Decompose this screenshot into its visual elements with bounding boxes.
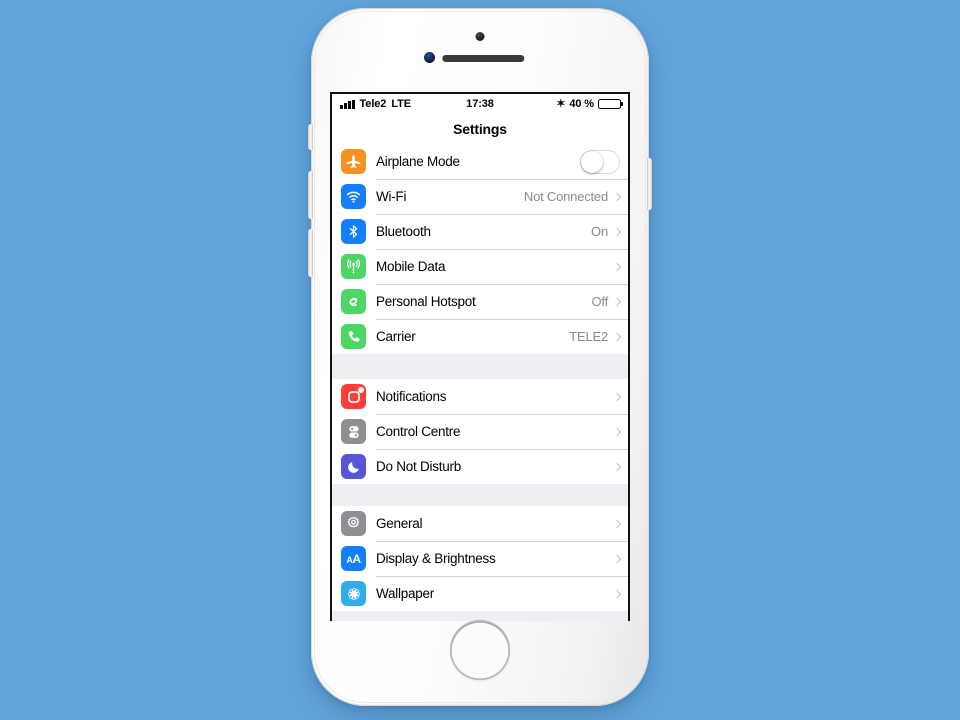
settings-row-do-not-disturb[interactable]: Do Not Disturb	[332, 449, 628, 484]
settings-list: Airplane Mode Wi-Fi Not Connected Bluetooth…	[332, 144, 628, 611]
settings-row-label: Personal Hotspot	[376, 294, 476, 309]
chevron-right-icon	[612, 589, 622, 598]
page-title: Settings	[332, 114, 628, 144]
hotspot-icon	[341, 289, 366, 314]
settings-row-value: On	[591, 224, 608, 239]
chevron-right-icon	[612, 227, 622, 236]
settings-row-label: Wi-Fi	[376, 189, 407, 204]
settings-row-label: General	[376, 516, 423, 531]
settings-group-connectivity: Airplane Mode Wi-Fi Not Connected Bluetooth…	[332, 144, 628, 354]
notification-badge-dot	[357, 386, 364, 393]
settings-row-label: Bluetooth	[376, 224, 431, 239]
settings-row-label: Display & Brightness	[376, 551, 496, 566]
settings-group-system: General A A Display & Brightness Wallpaper	[332, 506, 628, 611]
status-bar: Tele2 LTE 17:38 ✶ 40 %	[332, 94, 628, 114]
phone-device: Tele2 LTE 17:38 ✶ 40 % Settings Airplane…	[308, 8, 652, 706]
settings-row-wifi[interactable]: Wi-Fi Not Connected	[332, 179, 628, 214]
carrier-name: Tele2	[359, 98, 387, 110]
display-icon: AA	[341, 546, 366, 571]
mute-switch-button[interactable]	[308, 124, 313, 150]
toggle-knob	[581, 150, 603, 173]
settings-row-label: Wallpaper	[376, 586, 435, 601]
network-type-label: LTE	[391, 98, 411, 110]
chevron-right-icon	[612, 262, 622, 271]
chevron-right-icon	[612, 297, 622, 306]
earpiece-speaker	[442, 55, 525, 62]
bluetooth-status-icon: ✶	[556, 97, 566, 110]
settings-row-bluetooth[interactable]: Bluetooth On	[332, 214, 628, 249]
home-button[interactable]	[450, 620, 510, 680]
settings-row-notifications[interactable]: Notifications	[332, 379, 628, 414]
mobile-data-icon	[341, 254, 366, 279]
chevron-right-icon	[612, 192, 622, 201]
settings-row-value: Not Connected	[523, 189, 608, 204]
group-separator	[332, 484, 628, 506]
chevron-right-icon	[612, 554, 622, 563]
group-separator	[332, 354, 628, 379]
settings-row-label: Control Centre	[376, 424, 461, 439]
settings-row-hotspot[interactable]: Personal Hotspot Off	[332, 284, 628, 319]
settings-row-label: Airplane Mode	[376, 154, 460, 169]
settings-row-value: TELE2	[569, 329, 608, 344]
status-bar-right: ✶ 40 %	[556, 98, 621, 110]
settings-row-control-centre[interactable]: Control Centre	[332, 414, 628, 449]
control-centre-icon	[341, 419, 366, 444]
settings-row-label: Notifications	[376, 389, 447, 404]
carrier-icon	[341, 324, 366, 349]
volume-down-button[interactable]	[308, 229, 313, 277]
chevron-right-icon	[612, 462, 622, 471]
bluetooth-icon	[341, 219, 366, 244]
settings-row-carrier[interactable]: Carrier TELE2	[332, 319, 628, 354]
battery-icon	[598, 98, 621, 110]
airplane-mode-toggle[interactable]	[580, 149, 620, 174]
airplane-icon	[341, 149, 366, 174]
chevron-right-icon	[612, 392, 622, 401]
settings-row-wallpaper[interactable]: Wallpaper	[332, 576, 628, 611]
front-camera-icon	[475, 32, 485, 41]
chevron-right-icon	[612, 519, 622, 528]
settings-group-alerts: Notifications Control Centre Do Not Distur…	[332, 379, 628, 484]
settings-row-gear[interactable]: General	[332, 506, 628, 541]
settings-row-label: Mobile Data	[376, 259, 446, 274]
status-bar-left: Tele2 LTE	[340, 98, 411, 110]
settings-row-label: Carrier	[376, 329, 416, 344]
wallpaper-icon	[341, 581, 366, 606]
screen-bezel: Tele2 LTE 17:38 ✶ 40 % Settings Airplane…	[330, 92, 630, 621]
wifi-icon	[341, 184, 366, 209]
signal-strength-icon	[340, 99, 355, 109]
battery-percent-label: 40 %	[569, 98, 594, 110]
settings-row-value: Off	[591, 294, 608, 309]
settings-row-airplane[interactable]: Airplane Mode	[332, 144, 628, 179]
notifications-icon	[341, 384, 366, 409]
do-not-disturb-icon	[341, 454, 366, 479]
chevron-right-icon	[612, 427, 622, 436]
settings-row-display[interactable]: A A Display & Brightness	[332, 541, 628, 576]
phone-screen: Tele2 LTE 17:38 ✶ 40 % Settings Airplane…	[332, 94, 628, 621]
settings-row-mobile-data[interactable]: Mobile Data	[332, 249, 628, 284]
settings-row-label: Do Not Disturb	[376, 459, 462, 474]
power-button[interactable]	[647, 158, 652, 210]
proximity-sensor-icon	[424, 52, 435, 63]
volume-up-button[interactable]	[308, 171, 313, 219]
gear-icon	[341, 511, 366, 536]
chevron-right-icon	[612, 332, 622, 341]
